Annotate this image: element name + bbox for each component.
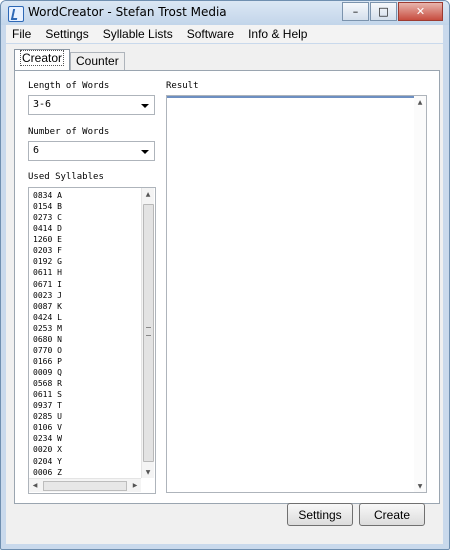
syllable-list-item[interactable]: 0087 K: [33, 301, 62, 312]
syllable-list-item[interactable]: 0020 X: [33, 444, 62, 455]
result-label: Result: [166, 81, 199, 91]
menu-syllable-lists[interactable]: Syllable Lists: [97, 27, 181, 41]
syllable-list-item[interactable]: 0285 U: [33, 411, 62, 422]
length-of-words-label: Length of Words: [28, 81, 110, 91]
create-button[interactable]: Create: [359, 503, 425, 526]
syllable-list-item[interactable]: 0671 I: [33, 279, 62, 290]
syllable-list-item[interactable]: 1260 E: [33, 234, 62, 245]
scroll-up-arrow-icon[interactable]: ▲: [414, 96, 426, 108]
syllable-list-item[interactable]: 0834 A: [33, 190, 62, 201]
syllable-list-item[interactable]: 0234 W: [33, 433, 62, 444]
settings-button[interactable]: Settings: [287, 503, 353, 526]
syllable-list-item[interactable]: 0937 T: [33, 400, 62, 411]
length-of-words-dropdown[interactable]: 3-6: [28, 95, 155, 115]
syllables-vertical-scrollbar[interactable]: ▲ ▼: [141, 188, 154, 478]
app-icon: [8, 6, 24, 22]
tab-strip: Creator Counter: [14, 49, 125, 70]
window-controls: – □ ✕: [342, 2, 443, 21]
syllable-list-item[interactable]: 0414 D: [33, 223, 62, 234]
syllable-list-item[interactable]: 0006 Z: [33, 467, 62, 478]
syllable-list-item[interactable]: 0611 H: [33, 267, 62, 278]
result-focus-indicator: [167, 96, 426, 98]
syllable-list-item[interactable]: 0203 F: [33, 245, 62, 256]
menu-info-help[interactable]: Info & Help: [242, 27, 315, 41]
close-button[interactable]: ✕: [398, 2, 443, 21]
number-of-words-dropdown[interactable]: 6: [28, 141, 155, 161]
syllable-list-item[interactable]: 0023 J: [33, 290, 62, 301]
chevron-down-icon: [141, 150, 149, 154]
minimize-button[interactable]: –: [342, 2, 369, 21]
app-window: WordCreator - Stefan Trost Media – □ ✕ F…: [0, 0, 450, 550]
syllables-horizontal-thumb[interactable]: [43, 481, 127, 491]
syllable-items: 0834 A 0154 B 0273 C 0414 D 1260 E 0203 F 0192…: [33, 190, 62, 478]
result-textarea[interactable]: ▲ ▼: [166, 95, 427, 493]
menu-settings[interactable]: Settings: [39, 27, 96, 41]
scroll-left-arrow-icon[interactable]: ◀: [29, 479, 41, 491]
syllable-list-item[interactable]: 0166 P: [33, 356, 62, 367]
length-of-words-value: 3-6: [33, 99, 52, 110]
title-bar[interactable]: WordCreator - Stefan Trost Media – □ ✕: [1, 1, 449, 25]
client-area: Creator Counter Length of Words 3-6 Numb…: [6, 44, 443, 544]
syllable-list-item[interactable]: 0192 G: [33, 256, 62, 267]
menu-bar: File Settings Syllable Lists Software In…: [6, 25, 443, 43]
used-syllables-list[interactable]: 0834 A 0154 B 0273 C 0414 D 1260 E 0203 F 0192…: [28, 187, 156, 494]
syllable-list-item[interactable]: 0204 Y: [33, 456, 62, 467]
syllable-list-item[interactable]: 0611 S: [33, 389, 62, 400]
creator-panel: Length of Words 3-6 Number of Words 6 Us…: [14, 70, 440, 504]
window-title: WordCreator - Stefan Trost Media: [28, 5, 227, 19]
syllable-list-item[interactable]: 0106 V: [33, 422, 62, 433]
syllable-list-item[interactable]: 0253 M: [33, 323, 62, 334]
syllable-list-item[interactable]: 0273 C: [33, 212, 62, 223]
result-scrollbar[interactable]: ▲ ▼: [414, 96, 426, 492]
menu-software[interactable]: Software: [181, 27, 242, 41]
number-of-words-value: 6: [33, 145, 40, 156]
scroll-grip-icon: [146, 327, 151, 336]
number-of-words-label: Number of Words: [28, 127, 110, 137]
menu-file[interactable]: File: [6, 27, 39, 41]
syllable-list-item[interactable]: 0009 Q: [33, 367, 62, 378]
syllable-list-item[interactable]: 0770 O: [33, 345, 62, 356]
scroll-down-arrow-icon[interactable]: ▼: [414, 480, 426, 492]
tab-creator[interactable]: Creator: [14, 49, 71, 70]
scroll-down-arrow-icon[interactable]: ▼: [142, 466, 154, 478]
scroll-right-arrow-icon[interactable]: ▶: [129, 479, 141, 491]
syllable-list-item[interactable]: 0154 B: [33, 201, 62, 212]
scroll-up-arrow-icon[interactable]: ▲: [142, 188, 154, 200]
syllable-list-item[interactable]: 0424 L: [33, 312, 62, 323]
tab-counter[interactable]: Counter: [70, 52, 125, 70]
syllables-horizontal-scrollbar[interactable]: ◀ ▶: [29, 478, 141, 492]
used-syllables-label: Used Syllables: [28, 172, 104, 182]
maximize-button[interactable]: □: [370, 2, 397, 21]
syllable-list-item[interactable]: 0568 R: [33, 378, 62, 389]
chevron-down-icon: [141, 104, 149, 108]
syllable-list-item[interactable]: 0680 N: [33, 334, 62, 345]
syllables-scroll-thumb[interactable]: [143, 204, 154, 462]
tab-creator-label: Creator: [20, 50, 65, 66]
